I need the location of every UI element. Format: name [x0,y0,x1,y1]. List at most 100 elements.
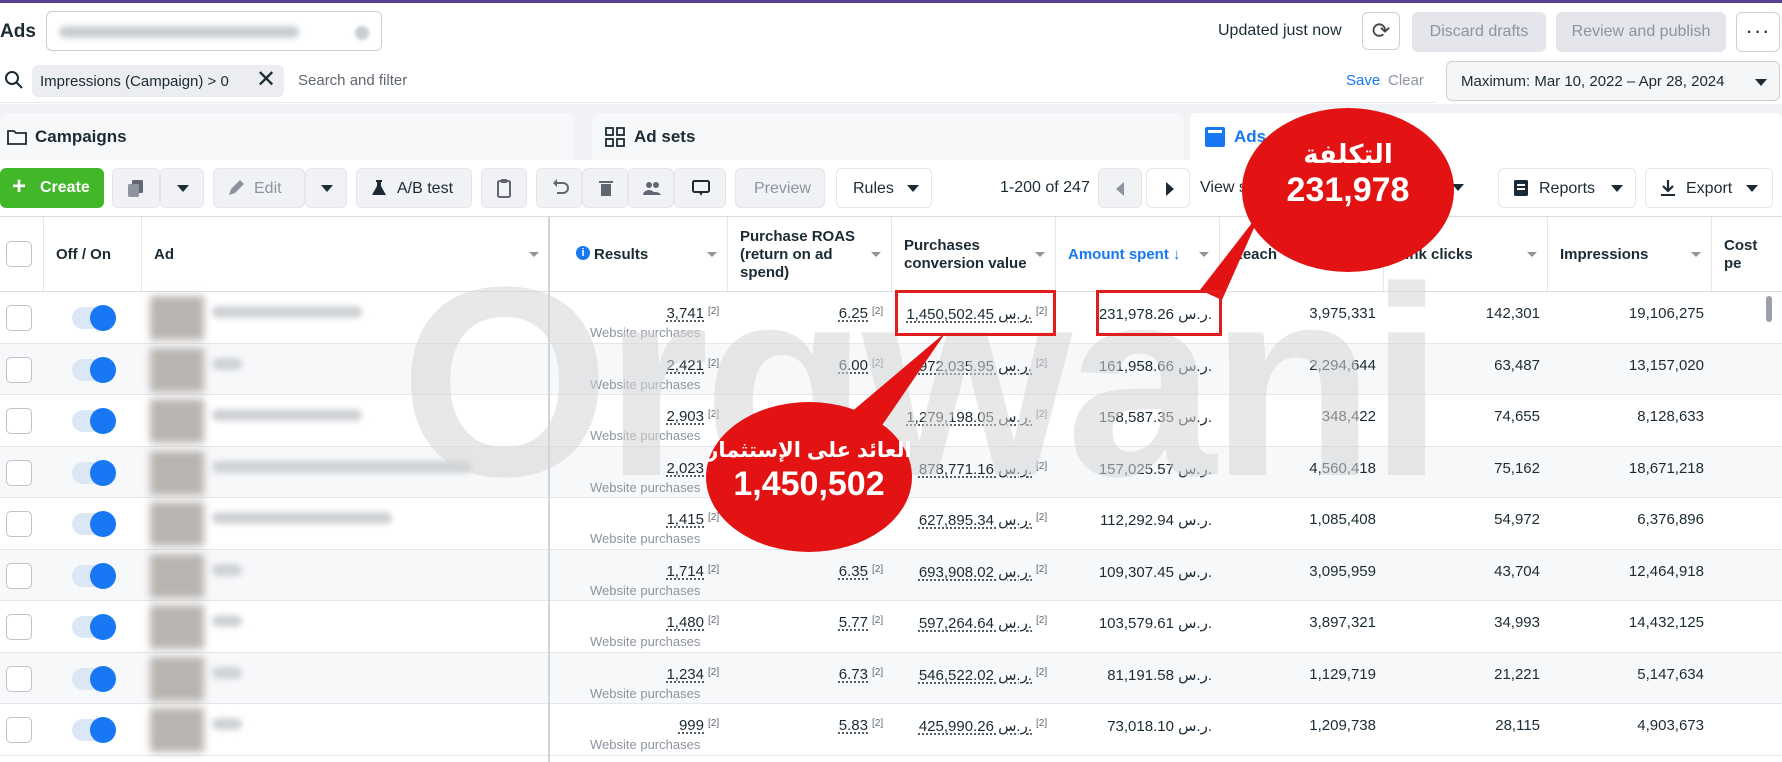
clear-filter-link[interactable]: Clear [1388,72,1424,89]
results-value[interactable]: 999 [679,717,704,734]
row-checkbox[interactable] [6,408,32,434]
col-ad[interactable]: Ad [142,217,550,293]
row-checkbox[interactable] [6,614,32,640]
ad-name-blurred[interactable] [212,460,472,473]
account-clear-icon[interactable] [355,26,369,40]
ad-name-blurred[interactable] [212,357,242,370]
ad-name-blurred[interactable] [212,512,392,524]
roas-value[interactable]: 6.25 [839,305,868,322]
conversion-value[interactable]: 627,895.34 ر.س. [919,511,1032,529]
row-checkbox[interactable] [6,665,32,692]
row-toggle[interactable] [72,717,116,743]
reports-button[interactable]: Reports [1498,168,1636,208]
ab-test-button[interactable]: A/B test [356,168,472,208]
row-checkbox[interactable] [6,459,32,486]
table-row[interactable]: 1,480 [2] Website purchases 5.77 [2] 597,264.… [0,601,1782,653]
results-value[interactable]: 1,480 [666,614,704,631]
col-amount-spent[interactable]: Amount spent ↓ [1056,217,1220,293]
export-button[interactable]: Export [1645,168,1773,208]
roas-value[interactable]: 6.73 [839,666,868,683]
next-page-button[interactable] [1146,168,1190,208]
discard-drafts-button[interactable]: Discard drafts [1412,12,1546,52]
rules-quick-button[interactable] [674,168,726,208]
delete-button[interactable] [582,168,628,208]
view-setup-label[interactable]: View s [1200,179,1247,197]
table-row[interactable]: 2,421 [2] Website purchases 6.00 [2] 972,035.… [0,343,1782,395]
row-toggle[interactable] [72,511,116,537]
review-publish-button[interactable]: Review and publish [1556,12,1726,52]
col-results[interactable]: Results i [564,217,728,293]
account-selector[interactable] [46,11,382,51]
results-value[interactable]: 2,023 [666,460,704,477]
conversion-value[interactable]: 546,522.02 ر.س. [919,666,1032,684]
create-button[interactable]: + Create [0,168,104,208]
conversion-value[interactable]: 425,990.26 ر.س. [919,717,1032,735]
row-toggle[interactable] [72,562,116,589]
refresh-button[interactable]: ⟳ [1362,12,1400,50]
roas-value[interactable]: 6.35 [839,563,868,580]
roas-value[interactable]: 5.83 [839,717,868,734]
row-checkbox[interactable] [6,356,32,383]
table-row[interactable]: 999 [2] Website purchases 5.83 [2] 425,990.26… [0,704,1782,756]
results-value[interactable]: 3,741 [666,305,704,322]
row-checkbox[interactable] [6,562,32,589]
results-value[interactable]: 1,714 [666,563,704,580]
ad-name-blurred[interactable] [212,615,242,627]
col-cost-per[interactable]: Cost pe [1712,217,1782,293]
save-filter-link[interactable]: Save [1346,72,1380,89]
conversion-value[interactable]: 1,279,198.05 ر.س. [906,408,1032,426]
row-toggle[interactable] [72,614,116,640]
results-value[interactable]: 2,421 [666,357,704,374]
ad-name-blurred[interactable] [212,306,362,318]
prev-page-button[interactable] [1098,168,1142,208]
duplicate-button[interactable] [112,168,160,208]
undo-button[interactable] [536,168,582,208]
ad-name-blurred[interactable] [212,718,242,730]
more-options-button[interactable]: ··· [1736,12,1780,52]
select-all-checkbox[interactable] [6,241,32,267]
search-input[interactable]: Search and filter [298,72,407,89]
close-icon[interactable]: ✕ [256,68,276,92]
tab-campaigns[interactable]: Campaigns [0,113,574,160]
filter-chip[interactable]: Impressions (Campaign) > 0 ✕ [32,65,284,97]
col-off-on[interactable]: Off / On [44,217,142,293]
info-icon[interactable]: i [576,246,590,260]
row-toggle[interactable] [72,305,116,331]
ad-name-blurred[interactable] [212,409,362,421]
row-checkbox[interactable] [6,511,32,537]
table-row[interactable]: 1,714 [2] Website purchases 6.35 [2] 693,908.… [0,549,1782,601]
col-impressions[interactable]: Impressions [1548,217,1712,293]
edit-button[interactable]: Edit [213,168,305,208]
ad-name-blurred[interactable] [212,666,242,679]
audience-button[interactable] [628,168,674,208]
row-toggle[interactable] [72,356,116,383]
row-checkbox[interactable] [6,305,32,331]
date-range-picker[interactable]: Maximum: Mar 10, 2022 – Apr 28, 2024 [1446,61,1780,101]
ad-name-blurred[interactable] [212,563,242,576]
roas-value[interactable]: 5.77 [839,614,868,631]
conversion-value[interactable]: 597,264.64 ر.س. [919,614,1032,632]
results-value[interactable]: 1,234 [666,666,704,683]
row-toggle[interactable] [72,665,116,692]
conversion-value[interactable]: 693,908.02 ر.س. [919,563,1032,581]
conversion-value[interactable]: 878,771.16 ر.س. [919,460,1032,478]
roas-value[interactable]: 6.00 [839,357,868,374]
table-row[interactable]: 3,741 [2] Website purchases 6.25 [2] 1,450,50… [0,292,1782,344]
table-row[interactable]: 1,234 [2] Website purchases 6.73 [2] 546,522.… [0,652,1782,704]
row-toggle[interactable] [72,459,116,486]
row-checkbox[interactable] [6,717,32,743]
results-value[interactable]: 2,903 [666,408,704,425]
vertical-scrollbar[interactable] [1766,296,1772,322]
rules-button[interactable]: Rules [836,168,932,208]
toggle-knob [90,665,116,692]
tab-ad-sets[interactable]: Ad sets [592,113,1184,160]
results-value[interactable]: 1,415 [666,511,704,528]
edit-menu-button[interactable] [305,168,347,208]
row-toggle[interactable] [72,408,116,434]
clipboard-button[interactable] [481,168,527,208]
col-roas[interactable]: Purchase ROAS (return on ad spend) [728,217,892,293]
duplicate-menu-button[interactable] [160,168,204,208]
col-conversion-value[interactable]: Purchases conversion value [892,217,1056,293]
conversion-value[interactable]: 972,035.95 ر.س. [919,357,1032,375]
preview-button[interactable]: Preview [735,168,825,208]
